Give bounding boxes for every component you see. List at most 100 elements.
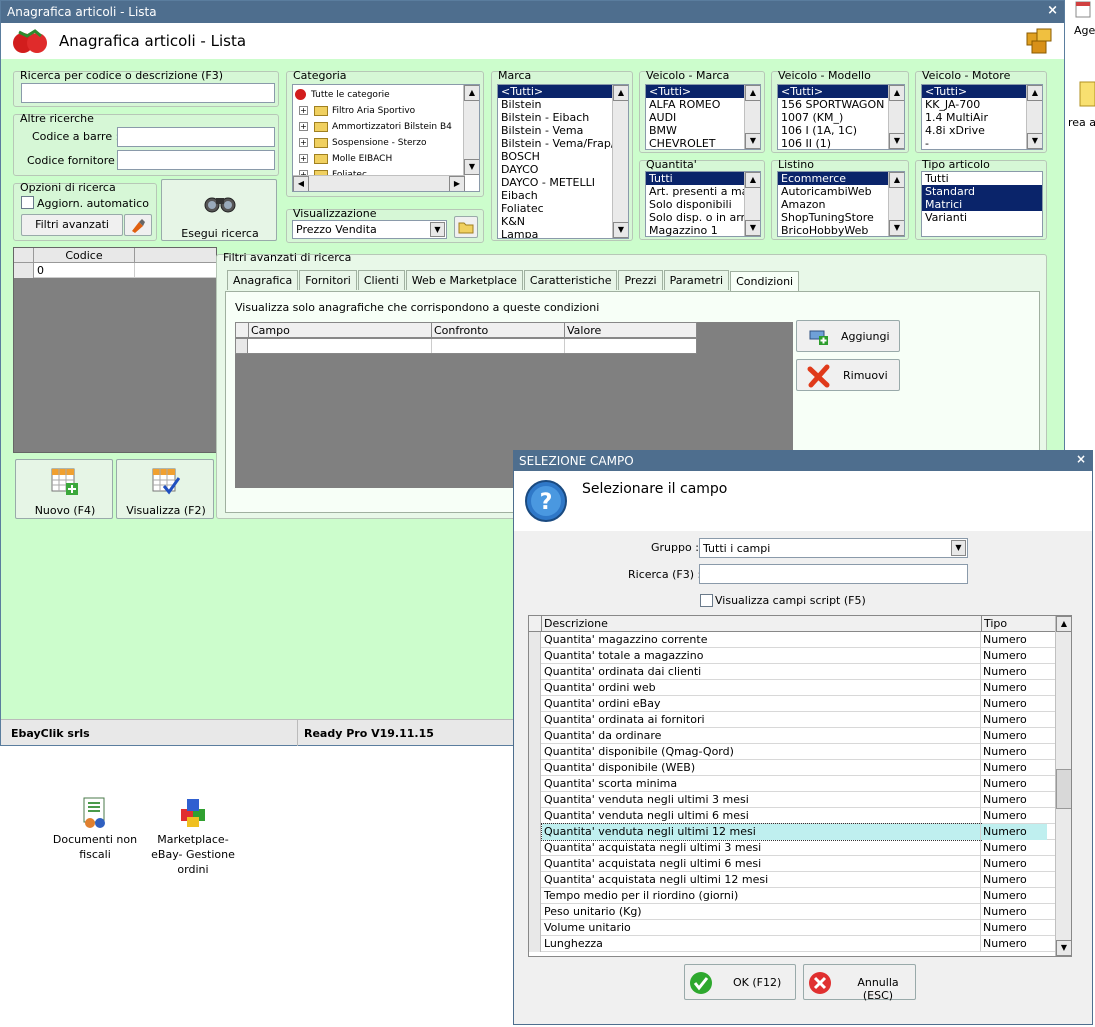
desktop-icon-marketplace[interactable]: Marketplace- eBay- Gestione ordini	[145, 797, 241, 877]
list-item[interactable]: -	[922, 137, 1042, 149]
list-item[interactable]: Eibach	[498, 189, 628, 202]
table-row[interactable]: Quantita' ordinata dai clienti Numero	[529, 664, 1055, 680]
expand-icon[interactable]: +	[299, 122, 308, 131]
table-row[interactable]: Quantita' ordinata ai fornitori Numero	[529, 712, 1055, 728]
list-item[interactable]: ShopTuningStore	[778, 211, 904, 224]
list-item[interactable]: Art. presenti a magazz	[646, 185, 760, 198]
list-item[interactable]: 106 I (1A, 1C)	[778, 124, 904, 137]
list-item[interactable]: Ecommerce	[778, 172, 904, 185]
list-item[interactable]: Varianti	[922, 211, 1042, 224]
table-row[interactable]: Quantita' da ordinare Numero	[529, 728, 1055, 744]
paint-button[interactable]	[124, 214, 152, 236]
list-item[interactable]: Bilstein	[498, 98, 628, 111]
list-item[interactable]: KK_JA-700	[922, 98, 1042, 111]
vehicle-brand-list[interactable]: <Tutti> ALFA ROMEO AUDI BMW CHEVROLET ▲ ▼	[645, 84, 761, 150]
table-row[interactable]: Quantita' ordini eBay Numero	[529, 696, 1055, 712]
tab-condizioni[interactable]: Condizioni	[730, 271, 800, 291]
list-item[interactable]: 4.8i xDrive	[922, 124, 1042, 137]
list-item[interactable]: BOSCH	[498, 150, 628, 163]
close-button[interactable]: ×	[1047, 3, 1058, 18]
advanced-filters-button[interactable]: Filtri avanzati	[21, 214, 123, 236]
table-row[interactable]: Quantita' venduta negli ultimi 3 mesi Num…	[529, 792, 1055, 808]
list-item[interactable]: BMW	[646, 124, 760, 137]
list-item[interactable]: <Tutti>	[646, 85, 760, 98]
list-item[interactable]: 106 II (1)	[778, 137, 904, 149]
execute-search-button[interactable]: Esegui ricerca	[161, 179, 277, 241]
new-button[interactable]: Nuovo (F4)	[15, 459, 113, 519]
add-condition-button[interactable]: Aggiungi	[796, 320, 900, 352]
pricelist-list[interactable]: Ecommerce AutoricambiWeb Amazon ShopTuningS…	[777, 171, 905, 237]
scroll-thumb[interactable]	[1056, 769, 1071, 809]
grid-row[interactable]: 0	[14, 263, 216, 278]
search-input[interactable]	[21, 83, 275, 103]
tab-web-e-marketplace[interactable]: Web e Marketplace	[405, 270, 523, 290]
list-item[interactable]: <Tutti>	[778, 85, 904, 98]
list-item[interactable]: Tutti	[922, 172, 1042, 185]
list-item[interactable]: AUDI	[646, 111, 760, 124]
list-item[interactable]: Amazon	[778, 198, 904, 211]
tab-fornitori[interactable]: Fornitori	[299, 270, 357, 290]
list-item[interactable]: Tutti	[646, 172, 760, 185]
category-item[interactable]: + Ammortizzatori Bilstein B4	[295, 119, 461, 135]
table-row[interactable]: Quantita' ordini web Numero	[529, 680, 1055, 696]
ok-button[interactable]: OK (F12)	[684, 964, 796, 1000]
list-item[interactable]: Lampa	[498, 228, 628, 238]
supplier-code-input[interactable]	[117, 150, 275, 170]
table-row[interactable]: Quantita' venduta negli ultimi 12 mesi Nu…	[529, 823, 1055, 841]
table-row[interactable]: Quantita' scorta minima Numero	[529, 776, 1055, 792]
conditions-row[interactable]	[235, 338, 697, 354]
list-item[interactable]: Bilstein - Vema/Frap/Bi	[498, 137, 628, 150]
cancel-button[interactable]: Annulla (ESC)	[803, 964, 916, 1002]
table-row[interactable]: Quantita' acquistata negli ultimi 12 mes…	[529, 872, 1055, 888]
category-item[interactable]: + Molle EIBACH	[295, 151, 461, 167]
dialog-close-button[interactable]: ×	[1076, 452, 1086, 466]
table-row[interactable]: Quantita' magazzino corrente Numero	[529, 632, 1055, 648]
category-item[interactable]: + Filtro Aria Sportivo	[295, 103, 461, 119]
expand-icon[interactable]: +	[299, 154, 308, 163]
table-row[interactable]: Quantita' venduta negli ultimi 6 mesi Num…	[529, 808, 1055, 824]
list-item[interactable]: CHEVROLET	[646, 137, 760, 149]
table-row[interactable]: Quantita' disponibile (Qmag-Qord) Numero	[529, 744, 1055, 760]
scroll-down-icon[interactable]: ▼	[1056, 940, 1071, 956]
items-grid[interactable]: Codice 0	[13, 247, 217, 453]
category-tree[interactable]: Tutte le categorie + Filtro Aria Sportivo +…	[292, 84, 480, 192]
tab-parametri[interactable]: Parametri	[663, 270, 730, 290]
list-item[interactable]: DAYCO - METELLI	[498, 176, 628, 189]
list-item[interactable]: 156 SPORTWAGON (93	[778, 98, 904, 111]
table-row[interactable]: Peso unitario (Kg) Numero	[529, 904, 1055, 920]
expand-icon[interactable]: +	[299, 106, 308, 115]
list-item[interactable]: <Tutti>	[922, 85, 1042, 98]
list-item[interactable]: Bilstein - Eibach	[498, 111, 628, 124]
remove-condition-button[interactable]: Rimuovi	[796, 359, 900, 391]
list-item[interactable]: DAYCO	[498, 163, 628, 176]
category-root[interactable]: Tutte le categorie	[295, 87, 461, 103]
vehicle-model-list[interactable]: <Tutti> 156 SPORTWAGON (93 1007 (KM_) 106 I…	[777, 84, 905, 150]
table-row[interactable]: Quantita' acquistata negli ultimi 6 mesi…	[529, 856, 1055, 872]
desktop-calendar-icon[interactable]	[1075, 0, 1095, 22]
list-item[interactable]: ALFA ROMEO	[646, 98, 760, 111]
list-item[interactable]: Solo disponibili	[646, 198, 760, 211]
tab-clienti[interactable]: Clienti	[357, 270, 405, 290]
list-item[interactable]: Bilstein - Vema	[498, 124, 628, 137]
item-type-list[interactable]: Tutti Standard Matrici Varianti	[921, 171, 1043, 237]
list-item[interactable]: K&N	[498, 215, 628, 228]
vehicle-engine-list[interactable]: <Tutti> KK_JA-700 1.4 MultiAir 4.8i xDrive -…	[921, 84, 1043, 150]
list-item[interactable]: Solo disp. o in arrivo	[646, 211, 760, 224]
view-button[interactable]: Visualizza (F2)	[116, 459, 214, 519]
list-item[interactable]: <Tutti>	[498, 85, 628, 98]
table-row[interactable]: Tempo medio per il riordino (giorni) Nume…	[529, 888, 1055, 904]
brand-list[interactable]: <Tutti> Bilstein Bilstein - Eibach Bilstein…	[497, 84, 629, 239]
list-item[interactable]: BricoHobbyWeb	[778, 224, 904, 236]
list-item[interactable]: 1007 (KM_)	[778, 111, 904, 124]
view-select[interactable]: Prezzo Vendita ▼	[292, 220, 447, 239]
folder-button[interactable]	[454, 216, 478, 238]
list-item[interactable]: 1.4 MultiAir	[922, 111, 1042, 124]
table-row[interactable]: Quantita' disponibile (WEB) Numero	[529, 760, 1055, 776]
list-item[interactable]: Foliatec	[498, 202, 628, 215]
tab-caratteristiche[interactable]: Caratteristiche	[523, 270, 618, 290]
table-row[interactable]: Lunghezza Numero	[529, 936, 1055, 952]
tab-anagrafica[interactable]: Anagrafica	[227, 270, 299, 290]
field-search-input[interactable]	[699, 564, 968, 584]
desktop-icon-documents[interactable]: Documenti non fiscali	[50, 797, 140, 862]
group-select[interactable]: Tutti i campi ▼	[699, 538, 968, 558]
